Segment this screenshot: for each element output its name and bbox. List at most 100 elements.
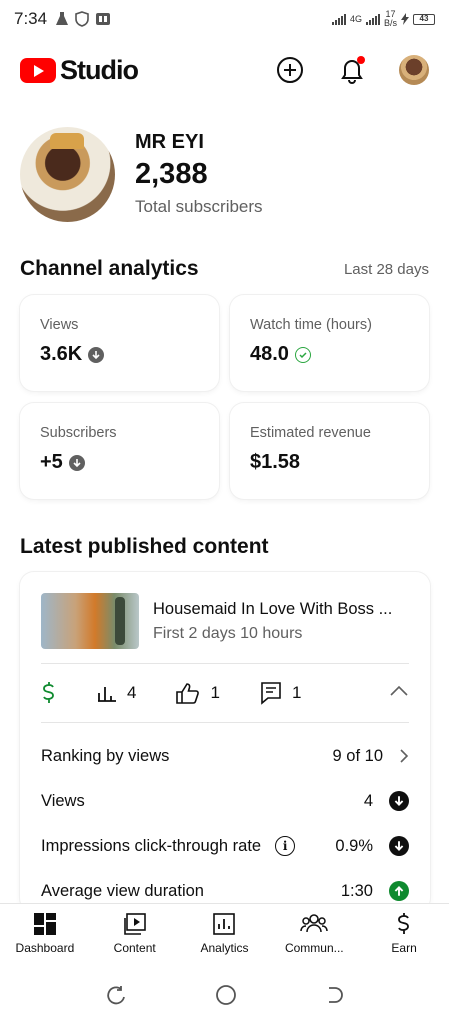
shield-icon bbox=[75, 11, 89, 27]
video-subtitle: First 2 days 10 hours bbox=[153, 624, 303, 642]
home-icon[interactable] bbox=[215, 984, 237, 1006]
info-icon[interactable]: i bbox=[275, 836, 296, 856]
comments-stat[interactable]: 1 bbox=[260, 681, 301, 705]
signal-icon-2 bbox=[365, 13, 380, 25]
metric-label: Ranking by views bbox=[41, 746, 170, 765]
views-card[interactable]: Views 3.6K bbox=[20, 295, 219, 391]
signal-icon bbox=[331, 13, 346, 25]
channel-avatar[interactable] bbox=[20, 126, 115, 222]
card-value: 48.0 bbox=[250, 343, 289, 365]
nav-label: Commun... bbox=[284, 941, 344, 955]
dollar-icon bbox=[43, 682, 54, 703]
charging-icon bbox=[401, 13, 409, 25]
revenue-stat[interactable] bbox=[41, 681, 57, 705]
account-avatar[interactable] bbox=[399, 55, 429, 85]
youtube-studio-logo[interactable]: Studio bbox=[20, 54, 139, 86]
likes-stat[interactable]: 1 bbox=[176, 682, 220, 704]
metric-value: 1:30 bbox=[340, 881, 373, 900]
trend-down-icon bbox=[389, 791, 409, 811]
subscribers-card[interactable]: Subscribers +5 bbox=[20, 403, 219, 499]
notifications-button[interactable] bbox=[337, 55, 367, 85]
trend-down-icon bbox=[389, 836, 409, 856]
likes-count: 1 bbox=[210, 683, 220, 702]
ranking-row[interactable]: Ranking by views 9 of 10 bbox=[41, 741, 409, 771]
channel-analytics-title: Channel analytics bbox=[20, 257, 199, 280]
add-circle-icon bbox=[277, 57, 303, 83]
metric-label: Views bbox=[41, 791, 85, 810]
latest-video[interactable]: Housemaid In Love With Boss ... First 2 … bbox=[41, 593, 409, 649]
nav-community[interactable]: Commun... bbox=[269, 904, 359, 965]
back-icon[interactable] bbox=[325, 986, 345, 1004]
card-value: +5 bbox=[40, 451, 63, 473]
earn-icon bbox=[398, 913, 409, 934]
card-label: Subscribers bbox=[40, 425, 117, 441]
channel-summary: MR EYI 2,388 Total subscribers bbox=[20, 124, 430, 224]
collapse-button[interactable] bbox=[389, 684, 409, 702]
nav-earn[interactable]: Earn bbox=[359, 904, 449, 965]
network-type: 4G bbox=[349, 14, 362, 24]
card-value: $1.58 bbox=[250, 451, 301, 473]
bar-chart-icon bbox=[98, 687, 116, 702]
card-label: Watch time (hours) bbox=[250, 317, 372, 333]
nav-label: Dashboard bbox=[15, 941, 75, 955]
app-notification-icon bbox=[96, 13, 111, 25]
divider bbox=[41, 722, 409, 723]
latest-content-card: Housemaid In Love With Boss ... First 2 … bbox=[20, 572, 430, 912]
status-bar: 7:34 4G 17 B/s 43 bbox=[0, 0, 449, 38]
comments-count: 1 bbox=[291, 683, 302, 702]
logo-text: Studio bbox=[60, 54, 139, 85]
metric-value: 0.9% bbox=[335, 836, 373, 855]
flask-icon bbox=[56, 12, 69, 25]
nav-label: Earn bbox=[391, 941, 417, 955]
bottom-navigation: Dashboard Content Analytics Commun... Ea… bbox=[0, 903, 449, 965]
latest-content-title: Latest published content bbox=[20, 535, 269, 558]
nav-content[interactable]: Content bbox=[90, 904, 180, 965]
dashboard-icon bbox=[33, 913, 56, 935]
metric-value: 9 of 10 bbox=[332, 746, 383, 765]
video-stats-row: 4 1 1 bbox=[41, 678, 409, 708]
card-value: 3.6K bbox=[40, 343, 83, 365]
youtube-play-icon bbox=[20, 57, 56, 83]
subscriber-label: Total subscribers bbox=[135, 197, 263, 216]
avd-metric-row: Average view duration 1:30 bbox=[41, 876, 409, 906]
check-circle-icon bbox=[294, 346, 311, 363]
metric-label: Average view duration bbox=[41, 881, 204, 900]
watch-time-card[interactable]: Watch time (hours) 48.0 bbox=[230, 295, 429, 391]
status-time: 7:34 bbox=[14, 9, 48, 28]
video-thumbnail[interactable] bbox=[41, 593, 139, 649]
views-stat[interactable]: 4 bbox=[97, 683, 136, 703]
chevron-up-icon bbox=[390, 685, 408, 696]
card-label: Estimated revenue bbox=[250, 425, 371, 441]
net-speed-unit: B/s bbox=[383, 18, 397, 28]
nav-label: Content bbox=[113, 941, 156, 955]
battery-icon: 43 bbox=[413, 13, 435, 25]
trend-down-icon bbox=[68, 454, 85, 471]
revenue-card[interactable]: Estimated revenue $1.58 bbox=[230, 403, 429, 499]
app-header: Studio bbox=[0, 44, 449, 96]
thumbs-up-icon bbox=[176, 683, 200, 704]
notification-badge bbox=[357, 56, 365, 64]
analytics-icon bbox=[213, 913, 236, 935]
video-title: Housemaid In Love With Boss ... bbox=[153, 599, 393, 618]
community-icon bbox=[300, 914, 329, 933]
card-label: Views bbox=[40, 317, 79, 333]
trend-down-icon bbox=[88, 346, 105, 363]
recent-apps-icon[interactable] bbox=[105, 985, 127, 1005]
trend-up-icon bbox=[389, 881, 409, 901]
nav-analytics[interactable]: Analytics bbox=[180, 904, 270, 965]
system-navigation bbox=[0, 965, 449, 1024]
views-metric-row: Views 4 bbox=[41, 786, 409, 816]
metric-value: 4 bbox=[363, 791, 373, 810]
chevron-right-icon bbox=[400, 749, 409, 763]
create-button[interactable] bbox=[275, 55, 305, 85]
ctr-metric-row: Impressions click-through rate i 0.9% bbox=[41, 831, 409, 861]
channel-name: MR EYI bbox=[135, 131, 204, 153]
views-count: 4 bbox=[127, 683, 137, 702]
comment-icon bbox=[261, 682, 281, 705]
subscriber-count: 2,388 bbox=[135, 158, 208, 190]
nav-dashboard[interactable]: Dashboard bbox=[0, 904, 90, 965]
metric-label: Impressions click-through rate bbox=[41, 836, 262, 855]
analytics-period: Last 28 days bbox=[343, 261, 429, 278]
nav-label: Analytics bbox=[200, 941, 249, 955]
divider bbox=[41, 663, 409, 664]
